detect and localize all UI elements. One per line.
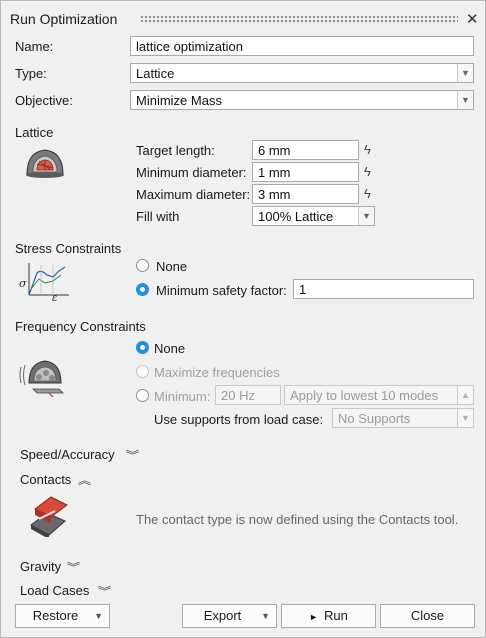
objective-value: Minimize Mass (136, 93, 222, 108)
play-icon: ► (309, 612, 319, 622)
supports-label: Use supports from load case: (154, 412, 324, 427)
type-select[interactable]: Lattice ▼ (130, 63, 474, 83)
fill-with-label: Fill with (136, 209, 180, 224)
run-optimization-dialog: Run Optimization ✕ Name: lattice optimiz… (0, 0, 486, 638)
max-diameter-label: Maximum diameter: (136, 187, 251, 202)
chevron-double-down-icon[interactable]: ︾ (126, 447, 139, 463)
stress-none-radio[interactable] (136, 259, 149, 272)
stress-none-label[interactable]: None (156, 259, 187, 274)
objective-select[interactable]: Minimize Mass ▼ (130, 90, 474, 110)
contacts-note: The contact type is now defined using th… (136, 512, 459, 527)
export-label: Export (203, 608, 242, 623)
frequency-none-radio[interactable] (136, 341, 149, 354)
chevron-double-down-icon[interactable]: ︾ (98, 583, 111, 599)
name-input[interactable]: lattice optimization (130, 36, 474, 56)
drag-grip[interactable] (140, 15, 458, 23)
min-diameter-input[interactable]: 1 mm (252, 162, 359, 182)
maximize-frequencies-label[interactable]: Maximize frequencies (154, 365, 280, 380)
svg-text:σ: σ (19, 277, 27, 290)
minimum-frequency-input[interactable]: 20 Hz (215, 385, 281, 405)
close-button[interactable]: Close (380, 604, 475, 628)
run-label: Run (324, 608, 348, 623)
export-button[interactable]: Export ▼ (182, 604, 277, 628)
gravity-toggle[interactable]: Gravity (20, 559, 61, 574)
lightning-icon[interactable]: ϟ (364, 142, 371, 157)
close-icon[interactable]: ✕ (466, 10, 479, 28)
min-safety-factor-label[interactable]: Minimum safety factor: (156, 283, 287, 298)
load-cases-toggle[interactable]: Load Cases (20, 583, 89, 598)
lightning-icon[interactable]: ϟ (364, 186, 371, 201)
minimum-frequency-radio[interactable] (136, 389, 149, 402)
chevron-double-up-icon[interactable]: ︽ (78, 472, 91, 488)
restore-label: Restore (32, 608, 79, 623)
run-button[interactable]: ► Run (281, 604, 376, 628)
stress-strain-icon: σ ε (19, 259, 73, 304)
max-diameter-input[interactable]: 3 mm (252, 184, 359, 204)
min-safety-factor-radio[interactable] (136, 283, 149, 296)
restore-button[interactable]: Restore ▼ (15, 604, 110, 628)
chevron-down-icon: ▼ (457, 64, 473, 82)
svg-text:ε: ε (52, 293, 57, 301)
fill-with-value: 100% Lattice (258, 209, 334, 224)
dialog-title: Run Optimization (10, 11, 118, 27)
chevron-down-icon: ▼ (457, 409, 473, 427)
chevron-double-down-icon[interactable]: ︾ (67, 559, 80, 575)
min-diameter-label: Minimum diameter: (136, 165, 247, 180)
target-length-label: Target length: (136, 143, 215, 158)
chevron-down-icon: ▼ (94, 611, 103, 621)
chevron-down-icon: ▼ (457, 91, 473, 109)
supports-select[interactable]: No Supports ▼ (332, 408, 474, 428)
frequency-none-label[interactable]: None (154, 341, 185, 356)
vibration-icon (19, 353, 69, 400)
maximize-frequencies-radio[interactable] (136, 365, 149, 378)
type-label: Type: (15, 66, 47, 81)
contacts-toggle[interactable]: Contacts (20, 472, 71, 487)
frequency-constraints-heading: Frequency Constraints (15, 319, 146, 334)
apply-modes-select[interactable]: Apply to lowest 10 modes ▲ (284, 385, 474, 405)
fill-with-select[interactable]: 100% Lattice ▼ (252, 206, 375, 226)
objective-label: Objective: (15, 93, 73, 108)
minimum-frequency-label[interactable]: Minimum: (154, 389, 210, 404)
chevron-down-icon: ▼ (358, 207, 374, 225)
name-label: Name: (15, 39, 54, 54)
supports-value: No Supports (338, 411, 411, 426)
chevron-down-icon: ▼ (261, 611, 270, 621)
min-safety-factor-input[interactable]: 1 (293, 279, 474, 299)
type-value: Lattice (136, 66, 175, 81)
lattice-icon (23, 144, 67, 183)
apply-modes-value: Apply to lowest 10 modes (290, 388, 439, 403)
contacts-icon (25, 495, 71, 540)
target-length-input[interactable]: 6 mm (252, 140, 359, 160)
lattice-heading: Lattice (15, 125, 54, 140)
stress-constraints-heading: Stress Constraints (15, 241, 122, 256)
spinner-icon: ▲ (457, 386, 473, 404)
lightning-icon[interactable]: ϟ (364, 164, 371, 179)
speed-accuracy-toggle[interactable]: Speed/Accuracy (20, 447, 115, 462)
